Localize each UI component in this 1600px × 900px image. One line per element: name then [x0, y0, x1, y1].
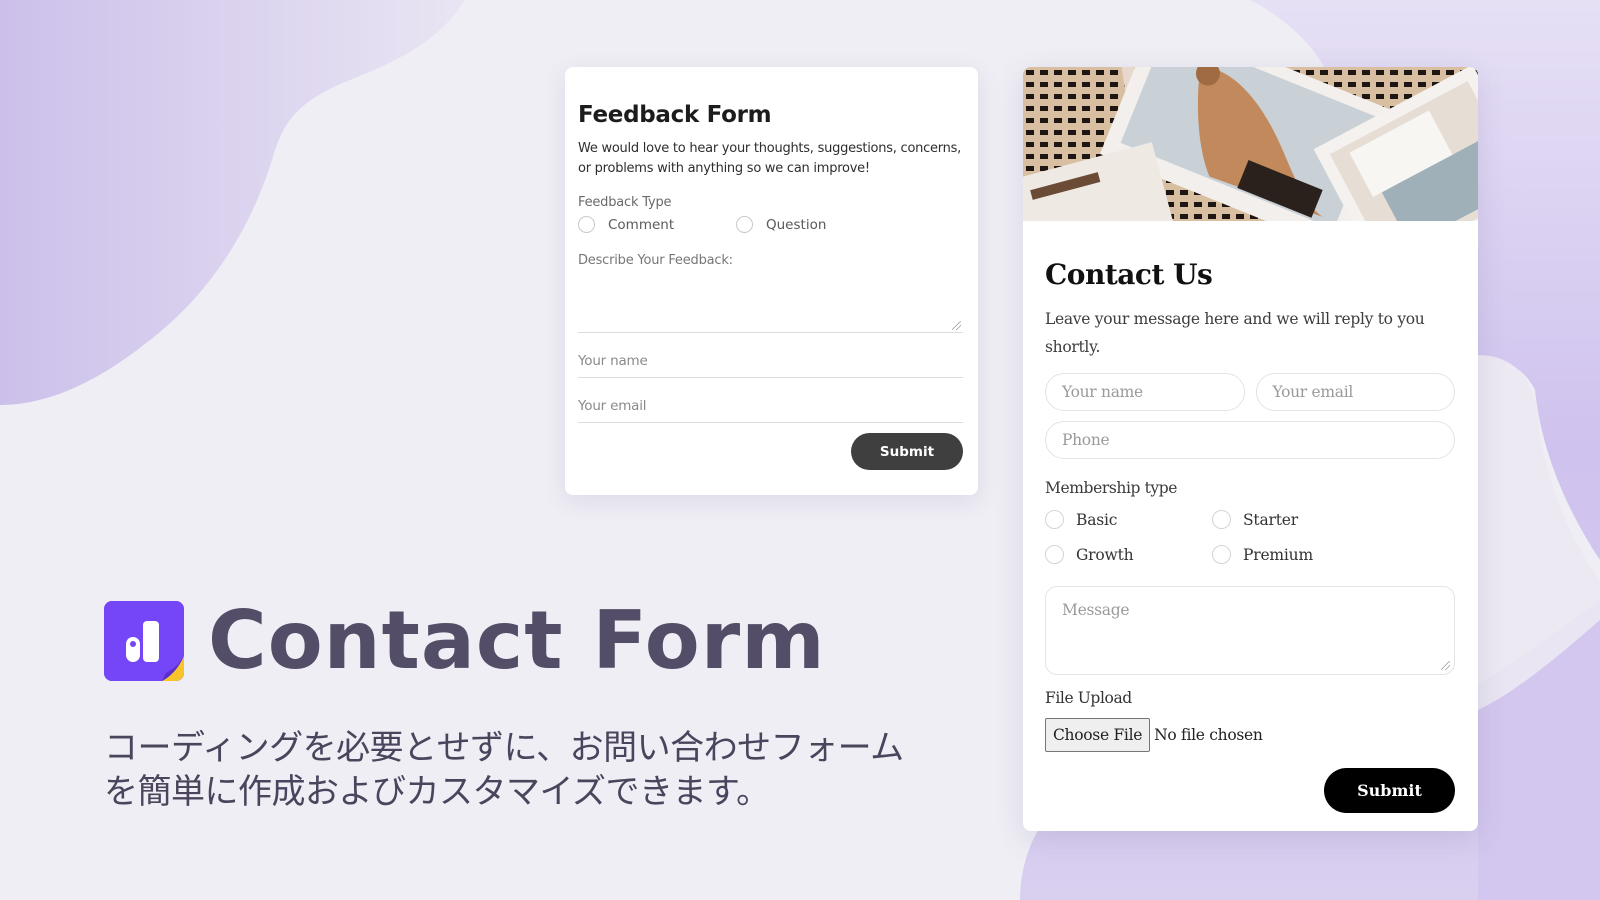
- feedback-form-title: Feedback Form: [578, 102, 772, 128]
- radio-question[interactable]: Question: [736, 216, 894, 233]
- radio-growth[interactable]: Growth: [1045, 545, 1212, 564]
- feedback-form-description: We would love to hear your thoughts, sug…: [578, 141, 962, 176]
- radio-button[interactable]: [1045, 545, 1064, 564]
- feedback-submit-button[interactable]: Submit: [851, 433, 963, 470]
- radio-label: Premium: [1243, 545, 1313, 564]
- radio-comment[interactable]: Comment: [578, 216, 736, 233]
- feedback-email-input[interactable]: Your email: [578, 378, 963, 423]
- hero-image-art: [1023, 67, 1478, 221]
- contact-form-description: Leave your message here and we will repl…: [1045, 310, 1425, 356]
- radio-starter[interactable]: Starter: [1212, 510, 1379, 529]
- message-placeholder: Message: [1062, 601, 1130, 619]
- tagline-line-1: コーディングを必要とせずに、お問い合わせフォーム: [104, 728, 904, 768]
- radio-label: Starter: [1243, 510, 1298, 529]
- app-logo-icon: [104, 601, 184, 681]
- resize-handle-icon[interactable]: [1441, 661, 1450, 670]
- radio-basic[interactable]: Basic: [1045, 510, 1212, 529]
- feedback-form-card: Feedback Form We would love to hear your…: [565, 67, 978, 495]
- feedback-type-label: Feedback Type: [578, 195, 672, 210]
- radio-label: Comment: [608, 216, 675, 233]
- radio-button[interactable]: [1045, 510, 1064, 529]
- contact-submit-button[interactable]: Submit: [1324, 768, 1455, 813]
- tagline: コーディングを必要とせずに、お問い合わせフォーム を簡単に作成およびカスタマイズ…: [104, 726, 964, 814]
- radio-label: Basic: [1076, 510, 1118, 529]
- file-status-text: No file chosen: [1154, 726, 1263, 744]
- membership-radio-group: Basic Starter Growth Premium: [1045, 510, 1455, 564]
- feedback-type-radio-group: Comment Question: [578, 216, 963, 233]
- page-title: Contact Form: [208, 594, 826, 687]
- resize-handle-icon[interactable]: [952, 321, 961, 330]
- membership-type-label: Membership type: [1045, 479, 1178, 497]
- file-upload-label: File Upload: [1045, 689, 1132, 707]
- contact-phone-input[interactable]: Phone: [1045, 421, 1455, 459]
- contact-name-input[interactable]: Your name: [1045, 373, 1245, 411]
- radio-button[interactable]: [736, 216, 753, 233]
- tagline-line-2: を簡単に作成およびカスタマイズできます。: [104, 772, 770, 812]
- feedback-name-input[interactable]: Your name: [578, 333, 963, 378]
- radio-button[interactable]: [1212, 510, 1231, 529]
- radio-label: Question: [766, 216, 827, 233]
- feedback-textarea[interactable]: [578, 268, 963, 333]
- photo-collage-image: [1023, 67, 1478, 221]
- radio-button[interactable]: [1212, 545, 1231, 564]
- feedback-textarea-label: Describe Your Feedback:: [578, 253, 733, 268]
- radio-button[interactable]: [578, 216, 595, 233]
- contact-form-title: Contact Us: [1045, 258, 1213, 291]
- radio-premium[interactable]: Premium: [1212, 545, 1379, 564]
- radio-label: Growth: [1076, 545, 1134, 564]
- contact-message-textarea[interactable]: Message: [1045, 586, 1455, 675]
- contact-form-card: Contact Us Leave your message here and w…: [1023, 67, 1478, 831]
- file-upload-field: Choose File No file chosen: [1045, 718, 1455, 752]
- brand-header: Contact Form: [104, 601, 826, 681]
- contact-email-input[interactable]: Your email: [1255, 373, 1455, 411]
- blob-top-left: [0, 0, 465, 405]
- choose-file-button[interactable]: Choose File: [1045, 718, 1151, 752]
